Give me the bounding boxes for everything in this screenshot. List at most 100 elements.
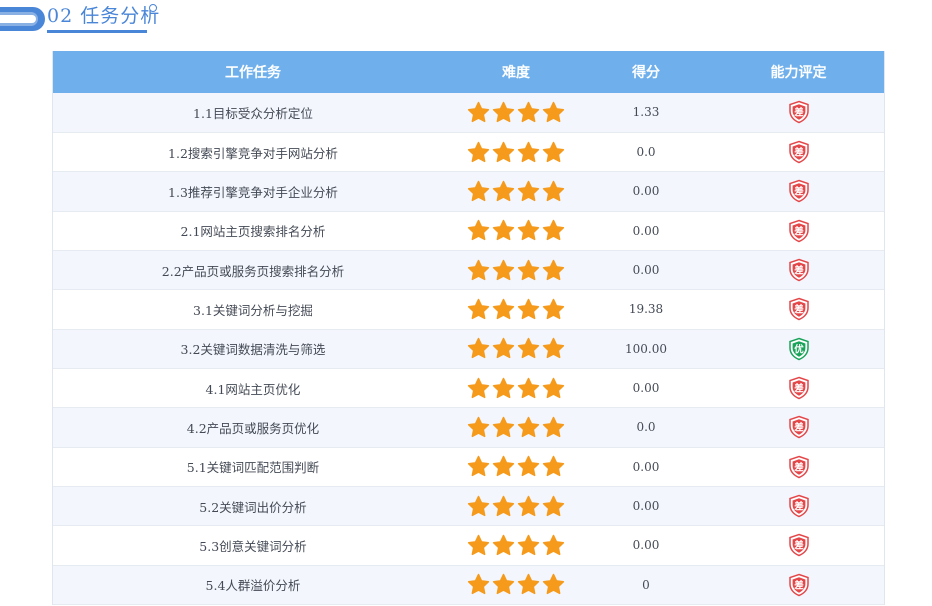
difficulty-cell [453, 486, 579, 525]
title-underline [47, 30, 147, 33]
table-row: 4.1网站主页优化 0.00 差 [53, 368, 884, 408]
rating-cell: 差 [713, 408, 884, 447]
header-rating: 能力评定 [770, 65, 827, 81]
task-analysis-table: 工作任务 难度 得分 能力评定 1.1目标受众分析定位 1.33 差 1.2搜索引擎竞… [53, 51, 884, 605]
table-row: 3.2关键词数据清洗与筛选 100.00 优 [53, 329, 884, 369]
score-value: 19.38 [628, 302, 664, 317]
difficulty-stars [467, 376, 565, 400]
table-body: 1.1目标受众分析定位 1.33 差 1.2搜索引擎竞争对手网站分析 0.0 差 1.3推荐… [53, 93, 884, 605]
table-row: 5.3创意关键词分析 0.00 差 [53, 525, 884, 566]
rating-label: 差 [794, 107, 804, 119]
star-icon [542, 259, 565, 280]
rating-label: 差 [794, 579, 804, 591]
task-table-container: 工作任务 难度 得分 能力评定 1.1目标受众分析定位 1.33 差 1.2搜索引擎竞… [52, 51, 885, 605]
difficulty-stars [467, 297, 565, 321]
difficulty-cell [453, 329, 579, 368]
star-icon [542, 534, 565, 556]
score-value: 0.00 [632, 499, 660, 514]
rating-label: 差 [794, 501, 804, 513]
star-icon [467, 141, 490, 162]
task-name: 5.1关键词匹配范围判断 [186, 460, 320, 476]
table-row: 4.2产品页或服务页优化 0.0 差 [53, 407, 884, 448]
rating-cell: 差 [713, 93, 884, 132]
table-row: 1.1目标受众分析定位 1.33 差 [53, 93, 884, 133]
star-icon [517, 101, 540, 123]
difficulty-cell [453, 172, 579, 211]
poor-shield-icon: 差 [788, 416, 809, 439]
star-icon [467, 416, 490, 438]
difficulty-stars [467, 573, 565, 597]
score-value: 0.0 [636, 145, 656, 160]
star-icon [542, 141, 565, 162]
task-name: 4.2产品页或服务页优化 [186, 420, 320, 436]
difficulty-cell [453, 93, 579, 132]
star-icon [492, 456, 515, 477]
task-name: 1.2搜索引擎竞争对手网站分析 [168, 145, 338, 161]
star-icon [492, 534, 515, 556]
rating-cell: 差 [713, 290, 884, 329]
star-icon [467, 298, 490, 319]
star-icon [467, 101, 490, 123]
difficulty-cell [453, 565, 579, 604]
difficulty-stars [467, 179, 565, 203]
star-icon [542, 377, 565, 398]
rating-label: 差 [794, 225, 804, 237]
star-icon [542, 180, 565, 201]
header-task: 工作任务 [225, 65, 281, 81]
section-title: 02 任务分析 [47, 5, 161, 27]
task-name: 3.2关键词数据清洗与筛选 [180, 342, 326, 358]
star-icon [542, 338, 565, 359]
rating-cell: 差 [713, 172, 884, 211]
score-value: 0 [642, 577, 650, 592]
star-icon [492, 377, 515, 398]
pill-toggle-icon [0, 7, 45, 31]
title-dot-icon [149, 4, 157, 12]
task-name: 2.1网站主页搜索排名分析 [180, 224, 326, 240]
score-value: 0.00 [632, 538, 660, 553]
table-row: 2.2产品页或服务页搜索排名分析 0.00 差 [53, 250, 884, 290]
rating-label: 差 [794, 461, 804, 473]
rating-cell: 差 [713, 132, 884, 171]
table-row: 3.1关键词分析与挖掘 19.38 差 [53, 289, 884, 330]
star-icon [542, 574, 565, 595]
rating-label: 差 [794, 186, 804, 198]
star-icon [467, 338, 490, 359]
rating-cell: 优 [713, 329, 884, 368]
star-icon [517, 180, 540, 201]
score-value: 0.00 [632, 459, 660, 474]
star-icon [517, 141, 540, 162]
star-icon [517, 219, 540, 241]
difficulty-stars [467, 455, 565, 479]
poor-shield-icon: 差 [788, 219, 809, 243]
star-icon [517, 574, 540, 595]
rating-label: 差 [794, 304, 804, 316]
score-value: 0.00 [632, 223, 660, 238]
star-icon [517, 456, 540, 477]
star-icon [542, 416, 565, 438]
difficulty-cell [453, 211, 579, 250]
rating-cell: 差 [713, 447, 884, 486]
star-icon [492, 338, 515, 359]
header-difficulty: 难度 [502, 65, 530, 81]
star-icon [492, 141, 515, 162]
star-icon [492, 259, 515, 280]
difficulty-stars [467, 494, 565, 518]
difficulty-stars [467, 258, 565, 282]
difficulty-cell [453, 290, 579, 329]
star-icon [517, 377, 540, 398]
rating-label: 优 [794, 343, 804, 355]
difficulty-stars [467, 219, 565, 243]
star-icon [517, 259, 540, 280]
poor-shield-icon: 差 [788, 101, 809, 124]
table-row: 2.1网站主页搜索排名分析 0.00 差 [53, 211, 884, 251]
star-icon [517, 534, 540, 556]
task-name: 2.2产品页或服务页搜索排名分析 [161, 263, 345, 279]
score-value: 0.00 [632, 381, 660, 396]
star-icon [492, 495, 515, 516]
difficulty-stars [467, 533, 565, 557]
poor-shield-icon: 差 [788, 573, 809, 597]
star-icon [492, 416, 515, 438]
score-value: 1.33 [632, 105, 660, 120]
task-name: 5.4人群溢价分析 [205, 578, 301, 594]
poor-shield-icon: 差 [788, 534, 809, 557]
